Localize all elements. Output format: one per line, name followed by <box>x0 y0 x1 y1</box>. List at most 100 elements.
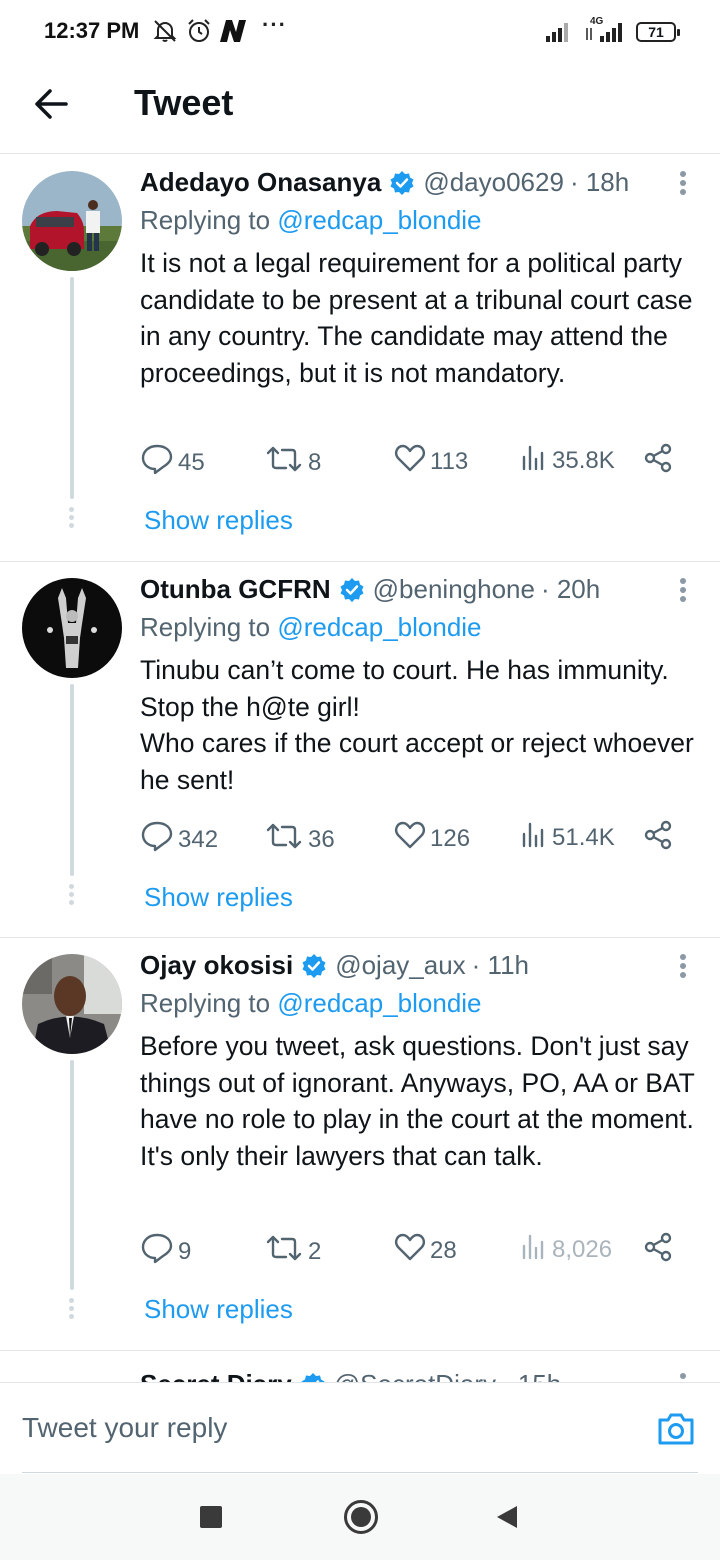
avatar[interactable] <box>22 171 122 271</box>
author-name[interactable]: Adedayo Onasanya <box>140 167 381 198</box>
replying-to: Replying to @redcap_blondie <box>140 205 482 236</box>
retweet-action[interactable]: 36 <box>264 820 335 859</box>
avatar[interactable] <box>22 954 122 1054</box>
more-options-icon[interactable] <box>680 171 690 201</box>
svg-text:4G: 4G <box>590 16 604 27</box>
reply-feed[interactable]: Adedayo Onasanya @dayo0629 · 18h Replyin… <box>0 155 720 1383</box>
show-replies-link[interactable]: Show replies <box>144 1294 293 1325</box>
arrow-left-icon[interactable] <box>30 82 74 126</box>
more-options-icon[interactable] <box>680 578 690 608</box>
share-icon <box>644 820 676 857</box>
tweet-card[interactable]: Ojay okosisi @ojay_aux · 11h Replying to… <box>0 938 720 1351</box>
reply-icon <box>140 443 178 482</box>
replying-to-label: Replying to <box>140 612 271 642</box>
share-action[interactable] <box>644 1232 676 1269</box>
top-header: Tweet <box>0 64 720 154</box>
battery-icon: 71 <box>636 22 680 42</box>
verified-badge-icon <box>389 170 415 196</box>
signal-4g-icon: 4G <box>584 14 628 47</box>
author-name[interactable]: Secret Diary <box>140 1369 292 1383</box>
views-action[interactable]: 35.8K <box>520 443 615 478</box>
tweet-text: Before you tweet, ask questions. Don't j… <box>140 1031 695 1172</box>
share-icon <box>644 443 676 480</box>
show-replies-link[interactable]: Show replies <box>144 882 293 913</box>
n-app-icon <box>218 18 248 49</box>
home-circle-icon[interactable] <box>343 1499 379 1535</box>
share-icon <box>644 1232 676 1269</box>
verified-badge-icon <box>339 577 365 603</box>
thread-line <box>70 277 74 499</box>
like-action[interactable]: 28 <box>394 1232 457 1269</box>
tweet-time: · 11h <box>471 950 530 980</box>
replying-to-label: Replying to <box>140 988 271 1018</box>
like-action[interactable]: 113 <box>394 443 468 480</box>
views-count: 8,026 <box>552 1235 613 1263</box>
page-title: Tweet <box>134 82 234 123</box>
like-count: 113 <box>430 447 469 475</box>
retweet-count: 36 <box>308 825 335 853</box>
heart-icon <box>394 820 430 857</box>
avatar[interactable] <box>22 578 122 678</box>
alarm-icon <box>186 18 212 49</box>
author-handle[interactable]: @beninghone <box>373 574 535 605</box>
tweet-header: Otunba GCFRN @beninghone · 20h <box>140 574 600 605</box>
replying-to-mention[interactable]: @redcap_blondie <box>277 612 481 642</box>
retweet-icon <box>264 443 308 482</box>
more-options-icon[interactable] <box>680 954 690 984</box>
share-action[interactable] <box>644 820 676 857</box>
thread-dots <box>68 1298 76 1322</box>
retweet-action[interactable]: 2 <box>264 1232 321 1271</box>
like-count: 126 <box>430 824 471 852</box>
recents-square-icon[interactable] <box>200 1506 222 1528</box>
replying-to: Replying to @redcap_blondie <box>140 612 482 643</box>
reply-count: 342 <box>178 825 219 853</box>
heart-icon <box>394 443 430 480</box>
replying-to: Replying to @redcap_blondie <box>140 988 482 1019</box>
tweet-header: Secret Diary @SecretDiary · 15h <box>140 1369 561 1383</box>
tweet-time: · 15h <box>502 1369 561 1383</box>
system-nav-bar <box>0 1474 720 1560</box>
views-count: 35.8K <box>552 446 615 474</box>
tweet-actions: 45 8 113 35.8K <box>140 443 700 483</box>
author-handle[interactable]: @ojay_aux <box>335 950 465 981</box>
heart-icon <box>394 1232 430 1269</box>
replying-to-mention[interactable]: @redcap_blondie <box>277 205 481 235</box>
camera-icon[interactable] <box>656 1411 696 1447</box>
like-count: 28 <box>430 1236 457 1264</box>
tweet-header: Adedayo Onasanya @dayo0629 · 18h <box>140 167 629 198</box>
thread-line <box>70 684 74 876</box>
views-chart-icon <box>520 820 552 855</box>
tweet-header: Ojay okosisi @ojay_aux · 11h <box>140 950 529 981</box>
back-triangle-icon[interactable] <box>495 1504 519 1530</box>
views-action[interactable]: 51.4K <box>520 820 615 855</box>
reply-action[interactable]: 9 <box>140 1232 191 1271</box>
reply-action[interactable]: 342 <box>140 820 218 859</box>
retweet-count: 2 <box>308 1237 322 1265</box>
replying-to-mention[interactable]: @redcap_blondie <box>277 988 481 1018</box>
share-action[interactable] <box>644 443 676 480</box>
replying-to-label: Replying to <box>140 205 271 235</box>
views-action[interactable]: 8,026 <box>520 1232 612 1267</box>
tweet-time: · 20h <box>540 574 601 604</box>
views-chart-icon <box>520 1232 552 1267</box>
tweet-reply-input[interactable] <box>22 1383 698 1473</box>
tweet-card[interactable]: Otunba GCFRN @beninghone · 20h Replying … <box>0 562 720 938</box>
status-time: 12:37 PM <box>44 18 140 43</box>
retweet-action[interactable]: 8 <box>264 443 321 482</box>
tweet-text: Tinubu can’t come to court. He has immun… <box>140 655 694 796</box>
tweet-text: It is not a legal requirement for a poli… <box>140 248 693 389</box>
retweet-icon <box>264 820 308 859</box>
reply-action[interactable]: 45 <box>140 443 205 482</box>
show-replies-link[interactable]: Show replies <box>144 505 293 536</box>
author-name[interactable]: Otunba GCFRN <box>140 574 331 605</box>
like-action[interactable]: 126 <box>394 820 470 857</box>
reply-icon <box>140 1232 178 1271</box>
reply-count: 9 <box>178 1237 192 1265</box>
author-handle[interactable]: @dayo0629 <box>423 167 564 198</box>
author-handle[interactable]: @SecretDiary <box>334 1369 496 1383</box>
reply-count: 45 <box>178 448 205 476</box>
status-bar: 12:37 PM ··· 4G 71 <box>0 0 720 64</box>
tweet-card[interactable]: Adedayo Onasanya @dayo0629 · 18h Replyin… <box>0 155 720 562</box>
author-name[interactable]: Ojay okosisi <box>140 950 293 981</box>
tweet-card[interactable]: Secret Diary @SecretDiary · 15h <box>0 1351 720 1383</box>
